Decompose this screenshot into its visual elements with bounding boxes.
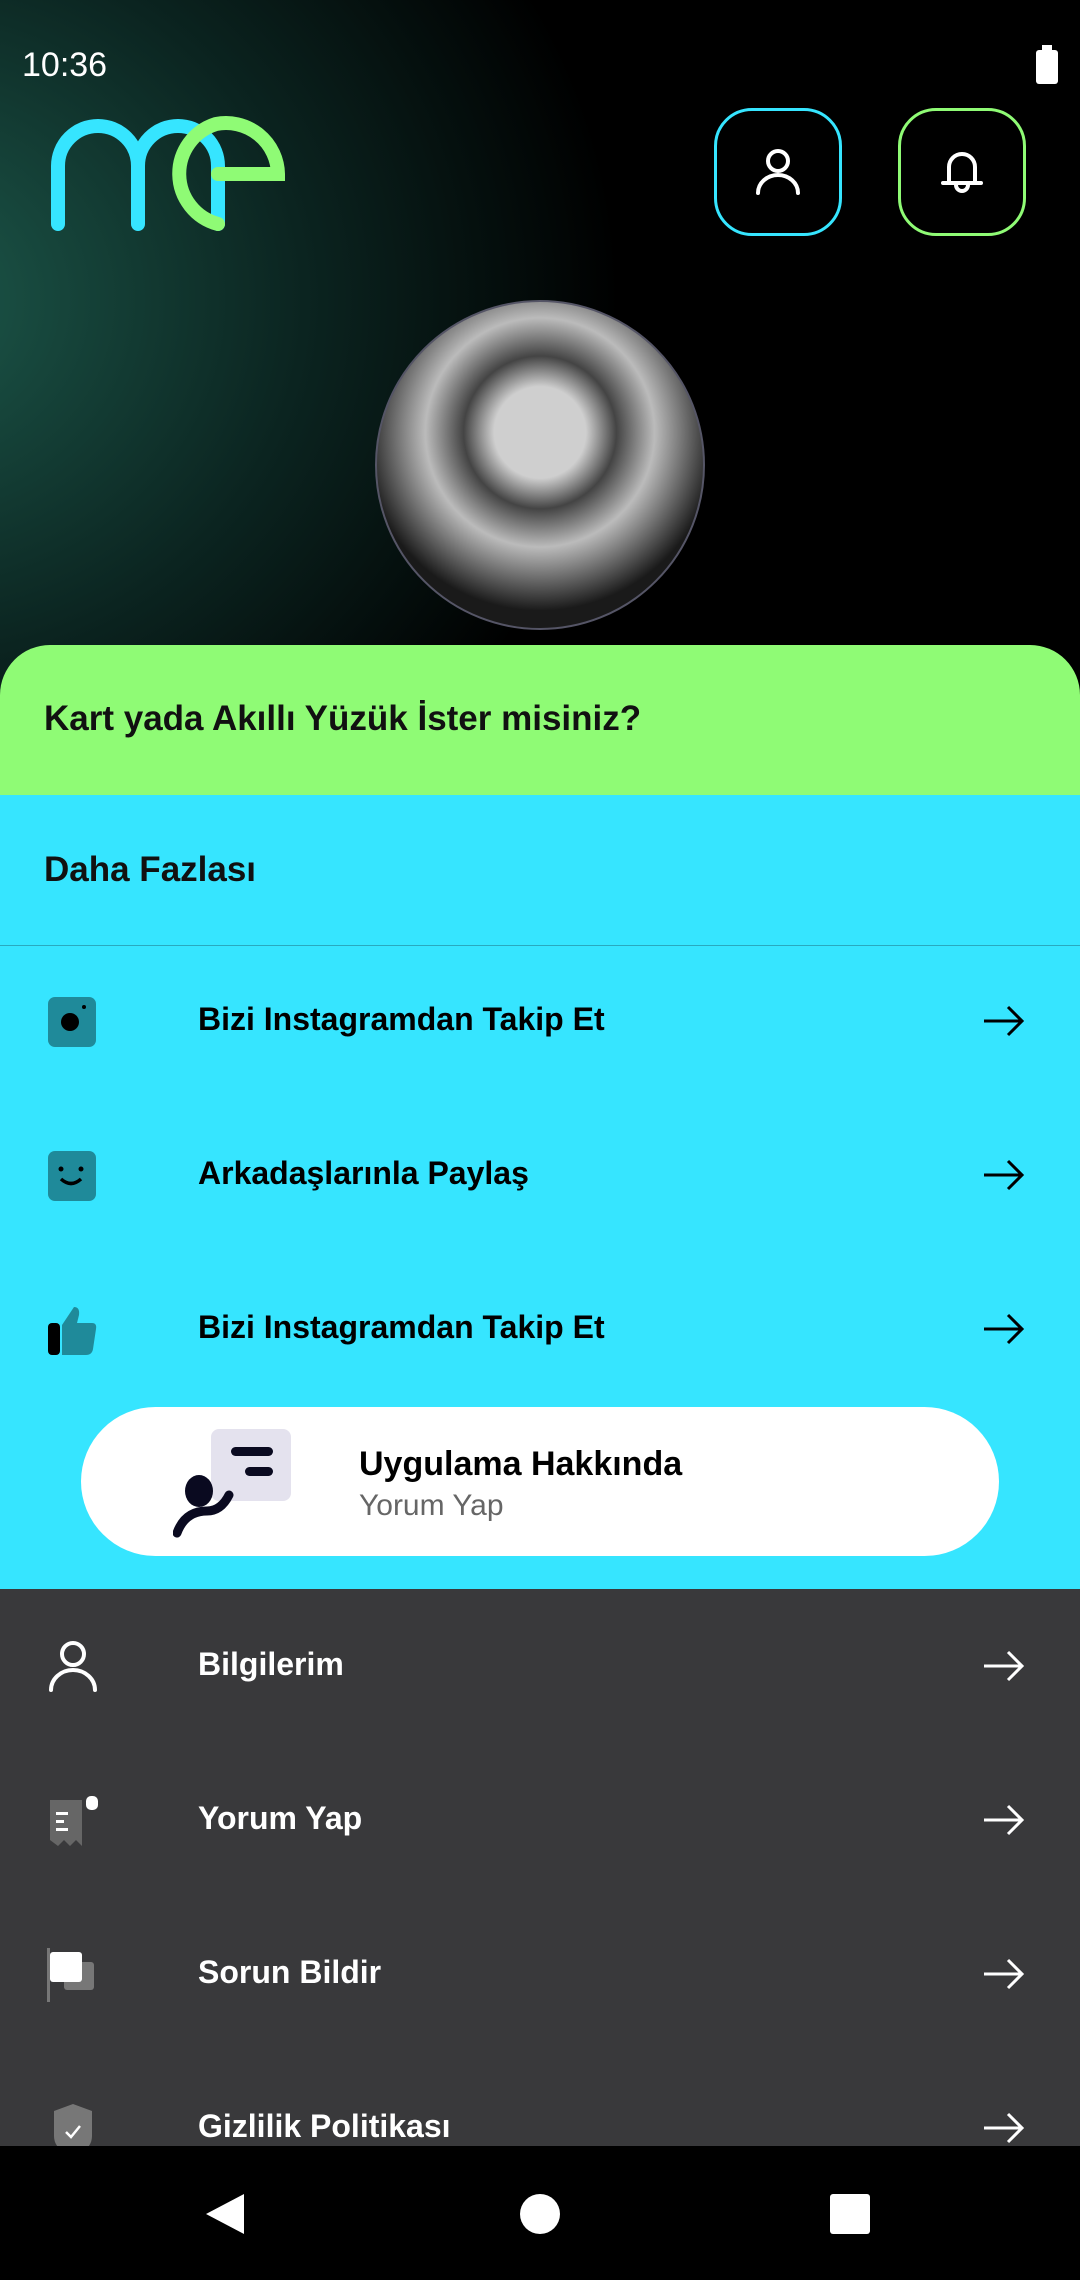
settings-item-label: Bilgilerim bbox=[198, 1646, 344, 1682]
profile-avatar[interactable] bbox=[375, 300, 705, 630]
home-icon[interactable] bbox=[520, 2194, 560, 2234]
settings-section: Bilgilerim Yorum Yap Sorun Bildir Gizlil… bbox=[0, 1589, 1080, 2146]
system-nav-bar bbox=[0, 2146, 1080, 2280]
divider bbox=[0, 945, 1080, 946]
list-item-share[interactable]: Arkadaşlarınla Paylaş bbox=[0, 1115, 1080, 1235]
arrow-right-icon bbox=[984, 1804, 1025, 1836]
settings-item-report[interactable]: Sorun Bildir bbox=[0, 1914, 1080, 2034]
person-icon bbox=[49, 1641, 97, 1692]
list-item-label: Arkadaşlarınla Paylaş bbox=[198, 1155, 529, 1191]
receipt-icon bbox=[50, 1796, 98, 1846]
section-title: Daha Fazlası bbox=[44, 850, 257, 889]
bell-icon bbox=[941, 152, 983, 193]
app-logo bbox=[51, 116, 285, 231]
list-item-like[interactable]: Bizi Instagramdan Takip Et bbox=[0, 1269, 1080, 1389]
settings-item-label: Gizlilik Politikası bbox=[198, 2108, 451, 2144]
recents-icon[interactable] bbox=[830, 2194, 870, 2234]
profile-button[interactable] bbox=[714, 108, 842, 236]
notifications-button[interactable] bbox=[898, 108, 1026, 236]
arrow-right-icon bbox=[984, 1159, 1025, 1191]
thumbs-up-icon bbox=[48, 1307, 97, 1355]
arrow-right-icon bbox=[984, 1958, 1025, 1990]
instagram-icon bbox=[48, 997, 96, 1047]
status-time: 10:36 bbox=[22, 46, 108, 84]
settings-item-comment[interactable]: Yorum Yap bbox=[0, 1760, 1080, 1880]
feedback-icon bbox=[173, 1429, 291, 1538]
list-item-label: Bizi Instagramdan Takip Et bbox=[198, 1001, 605, 1037]
settings-item-privacy[interactable]: Gizlilik Politikası bbox=[0, 2068, 1080, 2146]
arrow-right-icon bbox=[984, 1650, 1025, 1682]
list-item-label: Bizi Instagramdan Takip Et bbox=[198, 1309, 605, 1345]
card-title: Uygulama Hakkında bbox=[359, 1445, 683, 1483]
about-app-card[interactable]: Uygulama Hakkında Yorum Yap bbox=[81, 1407, 999, 1556]
card-subtitle: Yorum Yap bbox=[359, 1489, 504, 1522]
arrow-right-icon bbox=[984, 1313, 1025, 1345]
header-background: 10:36 bbox=[0, 0, 1080, 700]
list-item-instagram[interactable]: Bizi Instagramdan Takip Et bbox=[0, 961, 1080, 1081]
smile-icon bbox=[48, 1151, 96, 1201]
settings-item-info[interactable]: Bilgilerim bbox=[0, 1606, 1080, 1726]
settings-item-label: Sorun Bildir bbox=[198, 1954, 382, 1990]
arrow-right-icon bbox=[984, 2112, 1025, 2144]
arrow-right-icon bbox=[984, 1005, 1025, 1037]
back-icon[interactable] bbox=[204, 2192, 246, 2236]
more-section: Daha Fazlası Bizi Instagramdan Takip Et … bbox=[0, 795, 1080, 1590]
person-icon bbox=[756, 149, 800, 195]
settings-item-label: Yorum Yap bbox=[198, 1800, 363, 1836]
flag-icon bbox=[47, 1948, 94, 2002]
banner-title: Kart yada Akıllı Yüzük İster misiniz? bbox=[44, 699, 642, 738]
shield-check-icon bbox=[54, 2104, 92, 2146]
battery-full-icon bbox=[1036, 45, 1058, 84]
